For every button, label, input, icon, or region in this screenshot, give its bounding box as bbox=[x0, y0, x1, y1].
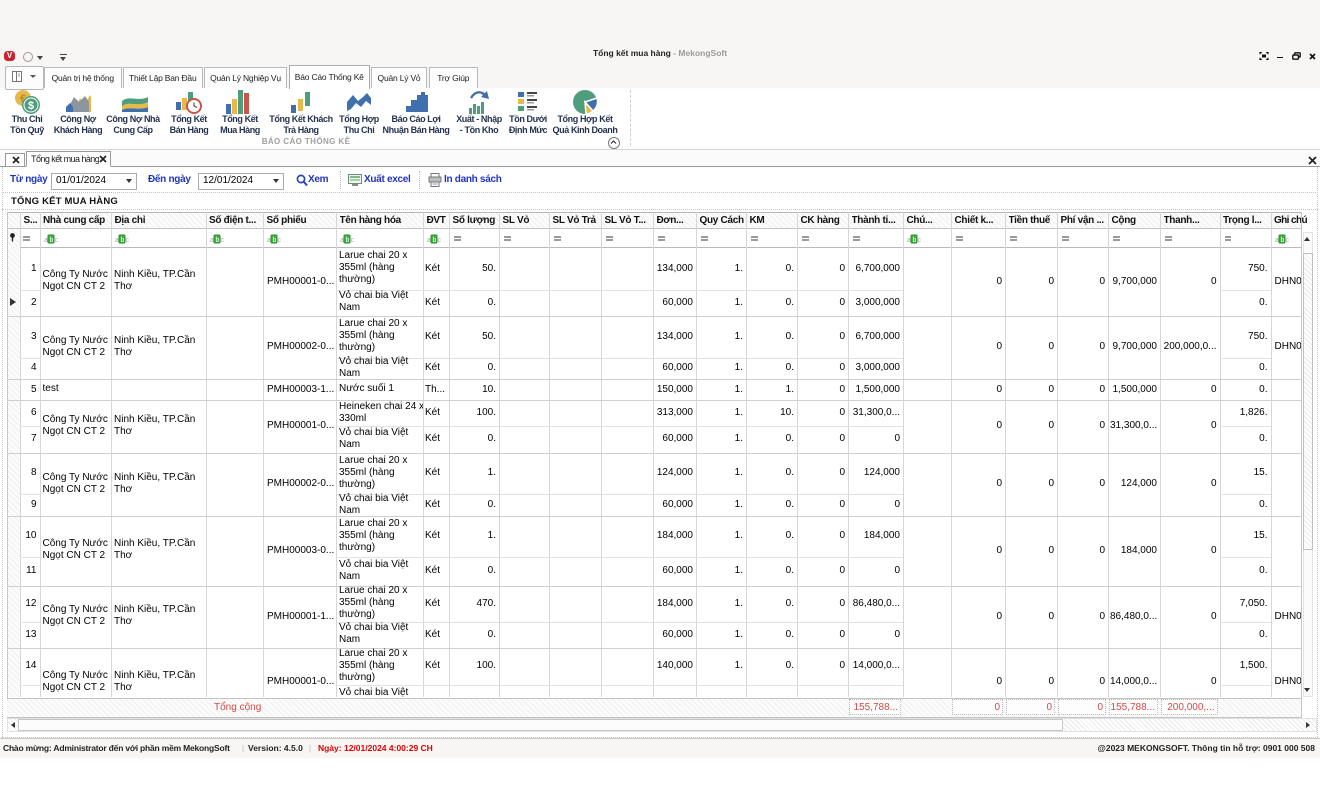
svg-text:c: c bbox=[438, 237, 442, 244]
svg-text:a: a bbox=[340, 237, 344, 244]
svg-text:c: c bbox=[220, 237, 224, 244]
svg-text:b: b bbox=[215, 237, 219, 244]
svg-text:b: b bbox=[1280, 237, 1284, 244]
svg-text:b: b bbox=[121, 237, 125, 244]
svg-text:b: b bbox=[433, 237, 437, 244]
svg-text:$: $ bbox=[28, 100, 34, 112]
svg-text:c: c bbox=[54, 237, 58, 244]
svg-text:a: a bbox=[1275, 237, 1279, 244]
svg-text:b: b bbox=[913, 237, 917, 244]
svg-text:a: a bbox=[907, 237, 911, 244]
svg-text:c: c bbox=[278, 237, 282, 244]
svg-text:b: b bbox=[49, 237, 53, 244]
svg-text:a: a bbox=[210, 237, 214, 244]
svg-text:c: c bbox=[351, 237, 355, 244]
svg-text:c: c bbox=[1285, 237, 1289, 244]
svg-text:c: c bbox=[126, 237, 130, 244]
svg-text:b: b bbox=[346, 237, 350, 244]
svg-text:c: c bbox=[918, 237, 922, 244]
svg-text:a: a bbox=[44, 237, 48, 244]
svg-text:a: a bbox=[115, 237, 119, 244]
svg-text:a: a bbox=[427, 237, 431, 244]
svg-text:b: b bbox=[273, 237, 277, 244]
svg-text:a: a bbox=[267, 237, 271, 244]
